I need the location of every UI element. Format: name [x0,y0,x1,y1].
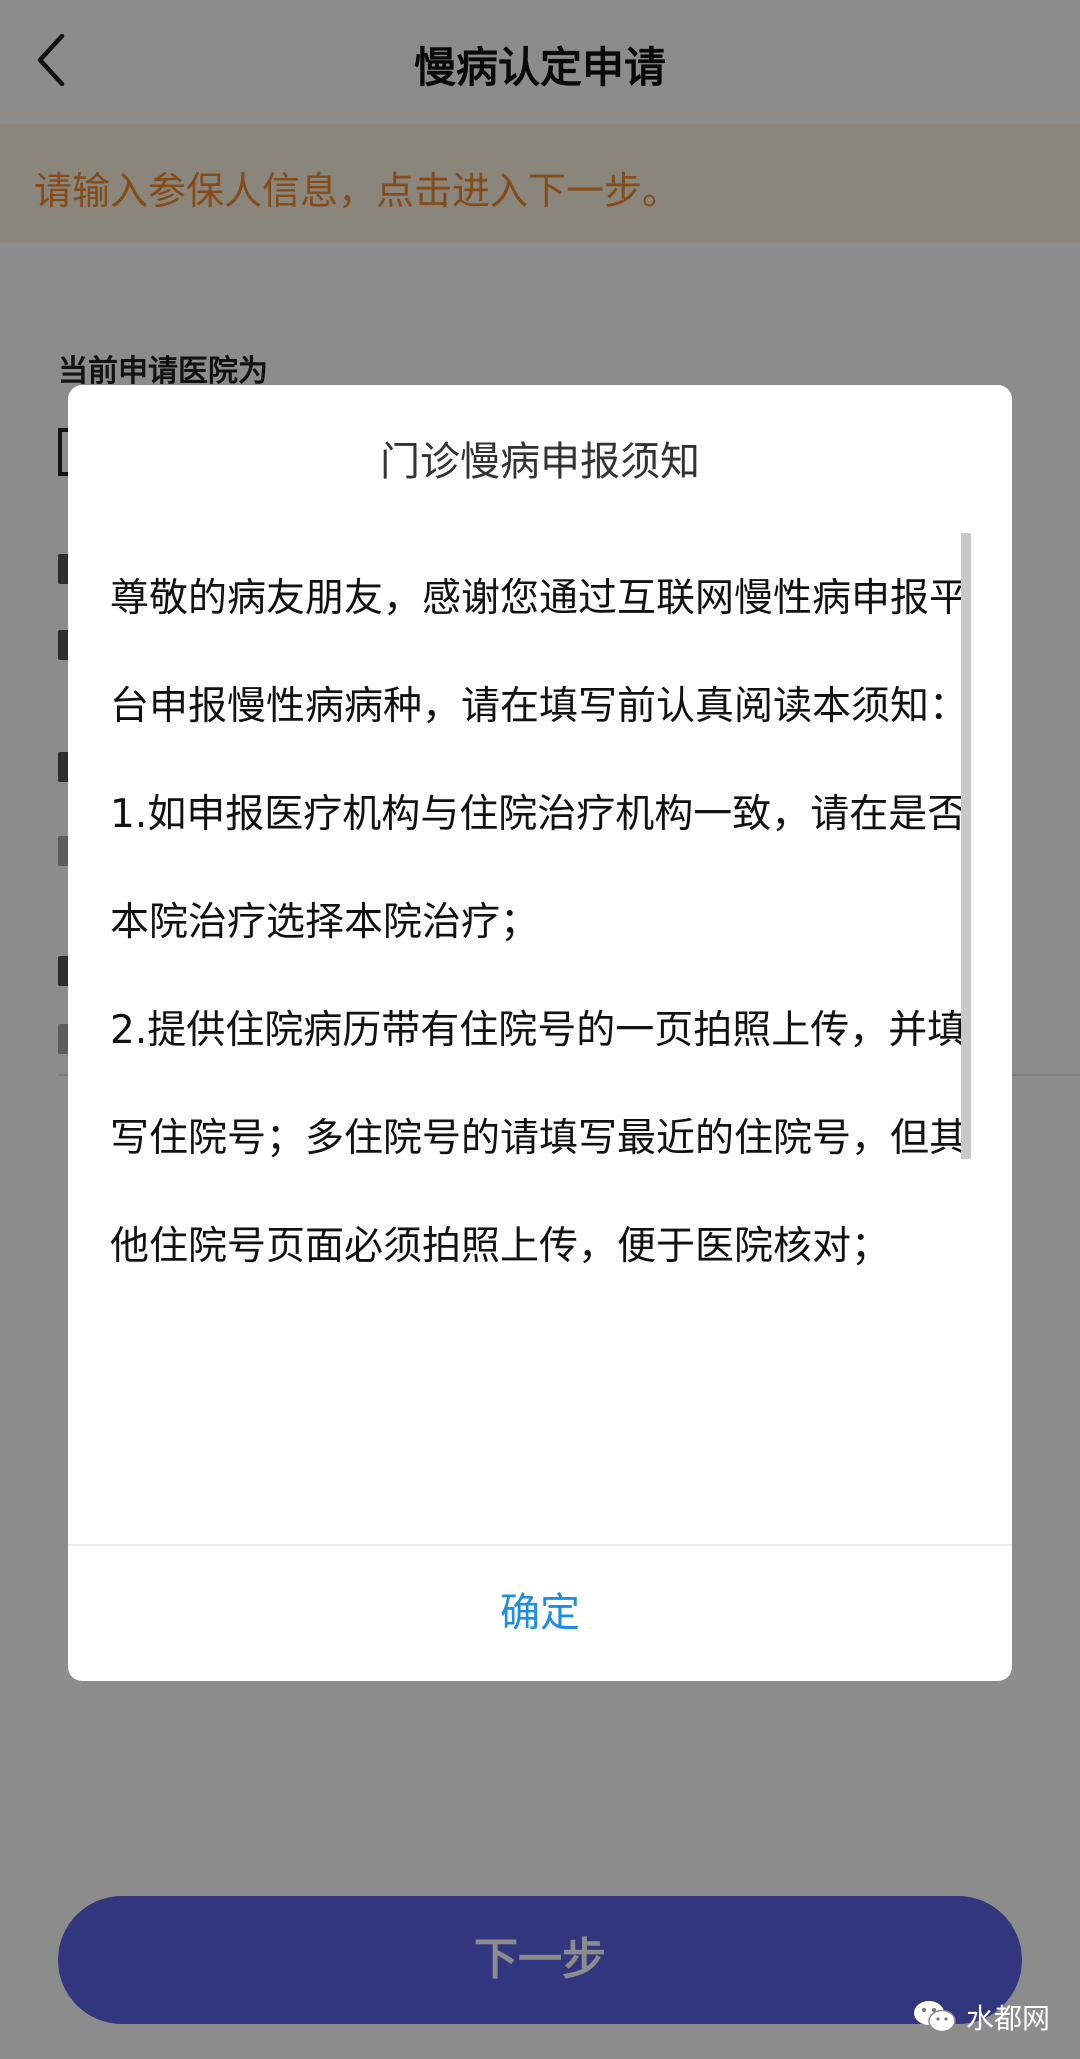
confirm-button[interactable]: 确定 [68,1546,1012,1681]
dialog-title: 门诊慢病申报须知 [380,439,700,485]
watermark: 水都网 [912,1995,1050,2039]
watermark-text: 水都网 [966,2002,1051,2035]
dialog-paragraph: 2.提供住院病历带有住院号的一页拍照上传，并填写住院号；多住院号的请填写最近的住… [110,1008,969,1269]
dialog-scrollbar[interactable] [961,533,971,1159]
app-screen: 慢病认定申请 请输入参保人信息，点击进入下一步。 当前申请医院为 下一步 门诊慢… [0,0,1080,2059]
notice-dialog: 门诊慢病申报须知 尊敬的病友朋友，感谢您通过互联网慢性病申报平台申报慢性病病种，… [68,385,1012,1681]
wechat-icon [914,2001,956,2033]
dialog-content-scroll[interactable]: 尊敬的病友朋友，感谢您通过互联网慢性病申报平台申报慢性病病种，请在填写前认真阅读… [110,545,970,1545]
dialog-paragraph: 1.如申报医疗机构与住院治疗机构一致，请在是否本院治疗选择本院治疗； [110,792,967,945]
dialog-paragraph: 尊敬的病友朋友，感谢您通过互联网慢性病申报平台申报慢性病病种，请在填写前认真阅读… [110,576,969,729]
